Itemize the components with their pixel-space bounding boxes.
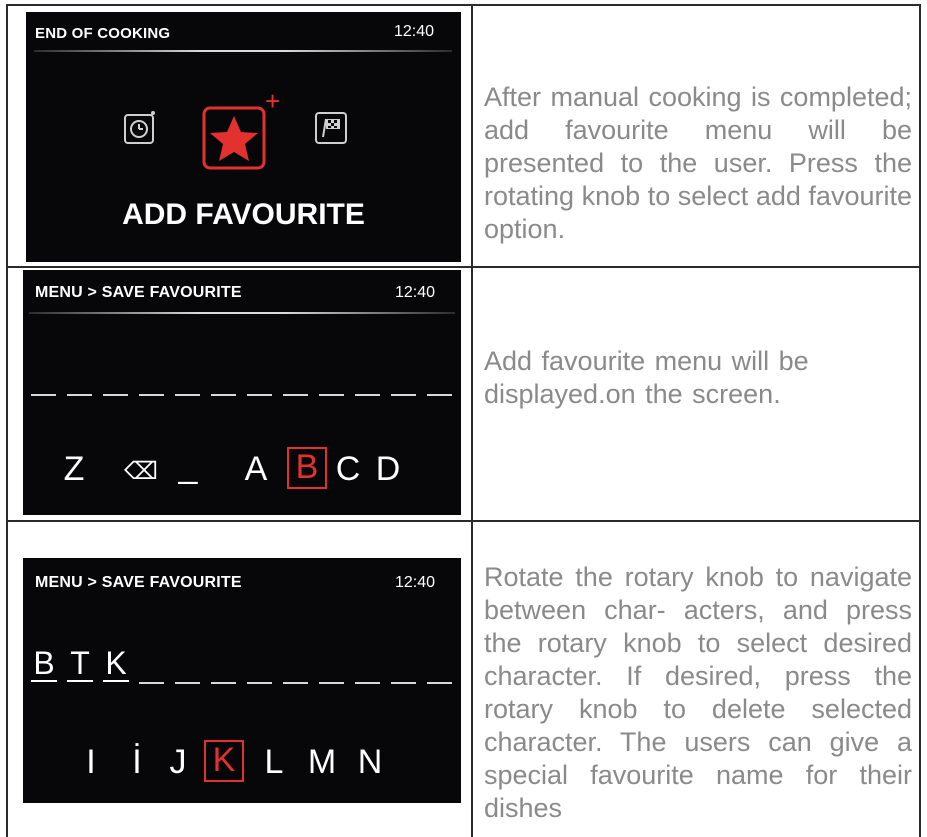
table-row-divider (6, 266, 921, 268)
oven-screen-save-favourite-entry: MENU > SAVE FAVOURITE 12:40 B T K I İ J … (23, 558, 461, 803)
oven-screen-end-of-cooking: END OF COOKING 12:40 + ADD FAVOURITE (26, 12, 461, 262)
char-option[interactable]: D (373, 451, 403, 487)
table-column-divider (471, 4, 473, 837)
empty-slot (391, 682, 416, 684)
selected-char-option[interactable]: B (287, 447, 327, 489)
screen-clock: 12:40 (394, 23, 435, 40)
empty-slot (31, 394, 56, 396)
char-option[interactable]: L (261, 744, 287, 780)
table-border-top (6, 4, 921, 6)
oven-screen-save-favourite: MENU > SAVE FAVOURITE 12:40 Z ⌫ _ A B C … (23, 270, 461, 515)
empty-slot (319, 394, 344, 396)
screen-title: MENU > SAVE FAVOURITE (35, 284, 242, 301)
empty-slot (319, 682, 344, 684)
selected-char-option[interactable]: K (204, 740, 244, 782)
char-option[interactable]: J (165, 744, 191, 780)
char-option[interactable]: İ (125, 744, 149, 780)
char-option[interactable]: C (333, 451, 363, 487)
favourite-star-add-icon[interactable]: + (201, 86, 285, 174)
empty-slot (427, 394, 452, 396)
row2-description: Add favourite menu will be displayed.on … (484, 346, 809, 409)
char-option[interactable]: Z (59, 451, 89, 487)
empty-slot (211, 682, 236, 684)
screen-title: MENU > SAVE FAVOURITE (35, 574, 242, 591)
plus-sign: + (265, 86, 281, 116)
finish-flag-icon[interactable] (314, 111, 350, 145)
row3-description: Rotate the rotary knob to navigate betwe… (484, 562, 912, 823)
char-option[interactable]: N (355, 744, 385, 780)
space-char-option[interactable]: _ (176, 448, 200, 484)
backspace-icon[interactable]: ⌫ (123, 454, 159, 490)
char-option[interactable]: A (241, 451, 271, 487)
empty-slot (283, 394, 308, 396)
add-favourite-label: ADD FAVOURITE (122, 198, 365, 231)
screen-header-rule (34, 50, 452, 52)
empty-slot (211, 394, 236, 396)
empty-slot (139, 682, 164, 684)
screen-header-rule (29, 312, 455, 314)
screen-clock: 12:40 (395, 284, 436, 301)
instruction-table: END OF COOKING 12:40 + ADD FAVOURITE Aft… (0, 0, 927, 837)
empty-slot (427, 682, 452, 684)
timer-icon[interactable] (123, 109, 157, 145)
screen-title: END OF COOKING (35, 25, 171, 42)
empty-slot (139, 394, 164, 396)
entered-char: B (31, 646, 57, 682)
entered-char: K (103, 646, 129, 682)
row1-description: After manual cooking is completed; add f… (484, 82, 912, 244)
table-border-left (6, 4, 8, 837)
screen-clock: 12:40 (395, 574, 436, 591)
entered-char: T (67, 646, 93, 682)
empty-slot (247, 682, 272, 684)
char-option[interactable]: M (305, 744, 339, 780)
empty-slot (391, 394, 416, 396)
empty-slot (67, 394, 92, 396)
empty-slot (175, 682, 200, 684)
table-row-divider (6, 520, 921, 522)
empty-slot (103, 394, 128, 396)
empty-slot (175, 394, 200, 396)
empty-slot (355, 394, 380, 396)
table-border-right (919, 4, 921, 837)
empty-slot (283, 682, 308, 684)
empty-slot (355, 682, 380, 684)
empty-slot (247, 394, 272, 396)
char-option[interactable]: I (79, 744, 103, 780)
